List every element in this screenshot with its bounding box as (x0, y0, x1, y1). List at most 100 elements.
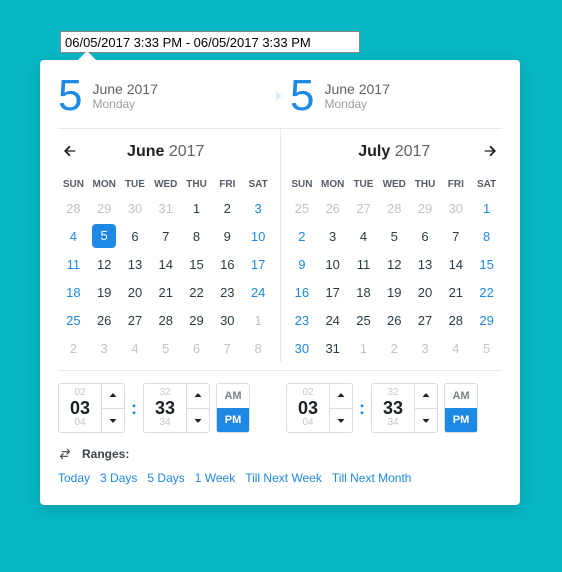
day-cell[interactable]: 20 (410, 278, 441, 306)
day-cell[interactable]: 18 (348, 278, 379, 306)
day-cell[interactable]: 21 (150, 278, 181, 306)
day-cell[interactable]: 14 (440, 250, 471, 278)
day-cell[interactable]: 16 (287, 278, 318, 306)
day-cell[interactable]: 6 (120, 222, 151, 250)
range-link[interactable]: 1 Week (195, 471, 235, 485)
hour-down-button[interactable] (330, 409, 352, 433)
day-cell[interactable]: 4 (348, 222, 379, 250)
prev-month-button[interactable] (58, 139, 82, 163)
day-cell[interactable]: 30 (287, 334, 318, 362)
day-cell[interactable]: 28 (150, 306, 181, 334)
hour-down-button[interactable] (102, 409, 124, 433)
range-link[interactable]: 5 Days (147, 471, 184, 485)
day-cell[interactable]: 4 (120, 334, 151, 362)
day-cell[interactable]: 29 (410, 194, 441, 222)
day-cell[interactable]: 29 (471, 306, 502, 334)
day-cell[interactable]: 24 (243, 278, 274, 306)
day-cell[interactable]: 1 (181, 194, 212, 222)
day-cell[interactable]: 11 (58, 250, 89, 278)
day-cell[interactable]: 30 (440, 194, 471, 222)
minute-down-button[interactable] (187, 409, 209, 433)
day-cell[interactable]: 30 (120, 194, 151, 222)
day-cell[interactable]: 26 (379, 306, 410, 334)
day-cell[interactable]: 6 (410, 222, 441, 250)
day-cell[interactable]: 31 (317, 334, 348, 362)
day-cell[interactable]: 10 (317, 250, 348, 278)
day-cell[interactable]: 25 (58, 306, 89, 334)
day-cell[interactable]: 1 (348, 334, 379, 362)
day-cell[interactable]: 11 (348, 250, 379, 278)
day-cell[interactable]: 24 (317, 306, 348, 334)
day-cell[interactable]: 25 (348, 306, 379, 334)
range-link[interactable]: 3 Days (100, 471, 137, 485)
day-cell[interactable]: 19 (379, 278, 410, 306)
day-cell[interactable]: 27 (410, 306, 441, 334)
range-link[interactable]: Till Next Month (332, 471, 412, 485)
day-cell[interactable]: 28 (440, 306, 471, 334)
day-cell[interactable]: 2 (287, 222, 318, 250)
hour-up-button[interactable] (102, 384, 124, 409)
day-cell[interactable]: 25 (287, 194, 318, 222)
day-cell[interactable]: 3 (243, 194, 274, 222)
day-cell[interactable]: 12 (379, 250, 410, 278)
day-cell[interactable]: 17 (243, 250, 274, 278)
day-cell[interactable]: 5 (89, 222, 120, 250)
range-link[interactable]: Today (58, 471, 90, 485)
day-cell[interactable]: 23 (287, 306, 318, 334)
day-cell[interactable]: 2 (212, 194, 243, 222)
day-cell[interactable]: 22 (181, 278, 212, 306)
day-cell[interactable]: 7 (212, 334, 243, 362)
day-cell[interactable]: 5 (471, 334, 502, 362)
day-cell[interactable]: 5 (379, 222, 410, 250)
day-cell[interactable]: 4 (440, 334, 471, 362)
day-cell[interactable]: 31 (150, 194, 181, 222)
day-cell[interactable]: 9 (287, 250, 318, 278)
minute-down-button[interactable] (415, 409, 437, 433)
minute-up-button[interactable] (187, 384, 209, 409)
day-cell[interactable]: 29 (89, 194, 120, 222)
day-cell[interactable]: 13 (410, 250, 441, 278)
day-cell[interactable]: 15 (181, 250, 212, 278)
day-cell[interactable]: 5 (150, 334, 181, 362)
pm-button[interactable]: PM (217, 408, 249, 432)
day-cell[interactable]: 1 (471, 194, 502, 222)
day-cell[interactable]: 17 (317, 278, 348, 306)
day-cell[interactable]: 7 (440, 222, 471, 250)
day-cell[interactable]: 13 (120, 250, 151, 278)
day-cell[interactable]: 8 (471, 222, 502, 250)
day-cell[interactable]: 3 (317, 222, 348, 250)
day-cell[interactable]: 20 (120, 278, 151, 306)
day-cell[interactable]: 3 (410, 334, 441, 362)
hour-up-button[interactable] (330, 384, 352, 409)
day-cell[interactable]: 23 (212, 278, 243, 306)
day-cell[interactable]: 15 (471, 250, 502, 278)
day-cell[interactable]: 10 (243, 222, 274, 250)
day-cell[interactable]: 26 (89, 306, 120, 334)
day-cell[interactable]: 28 (379, 194, 410, 222)
am-button[interactable]: AM (445, 384, 477, 408)
day-cell[interactable]: 27 (348, 194, 379, 222)
day-cell[interactable]: 9 (212, 222, 243, 250)
day-cell[interactable]: 12 (89, 250, 120, 278)
next-month-button[interactable] (478, 139, 502, 163)
day-cell[interactable]: 30 (212, 306, 243, 334)
range-link[interactable]: Till Next Week (245, 471, 322, 485)
day-cell[interactable]: 26 (317, 194, 348, 222)
minute-up-button[interactable] (415, 384, 437, 409)
day-cell[interactable]: 14 (150, 250, 181, 278)
day-cell[interactable]: 8 (181, 222, 212, 250)
day-cell[interactable]: 2 (58, 334, 89, 362)
am-button[interactable]: AM (217, 384, 249, 408)
day-cell[interactable]: 19 (89, 278, 120, 306)
day-cell[interactable]: 4 (58, 222, 89, 250)
pm-button[interactable]: PM (445, 408, 477, 432)
day-cell[interactable]: 8 (243, 334, 274, 362)
day-cell[interactable]: 1 (243, 306, 274, 334)
day-cell[interactable]: 16 (212, 250, 243, 278)
day-cell[interactable]: 2 (379, 334, 410, 362)
day-cell[interactable]: 27 (120, 306, 151, 334)
day-cell[interactable]: 28 (58, 194, 89, 222)
day-cell[interactable]: 7 (150, 222, 181, 250)
day-cell[interactable]: 18 (58, 278, 89, 306)
day-cell[interactable]: 22 (471, 278, 502, 306)
